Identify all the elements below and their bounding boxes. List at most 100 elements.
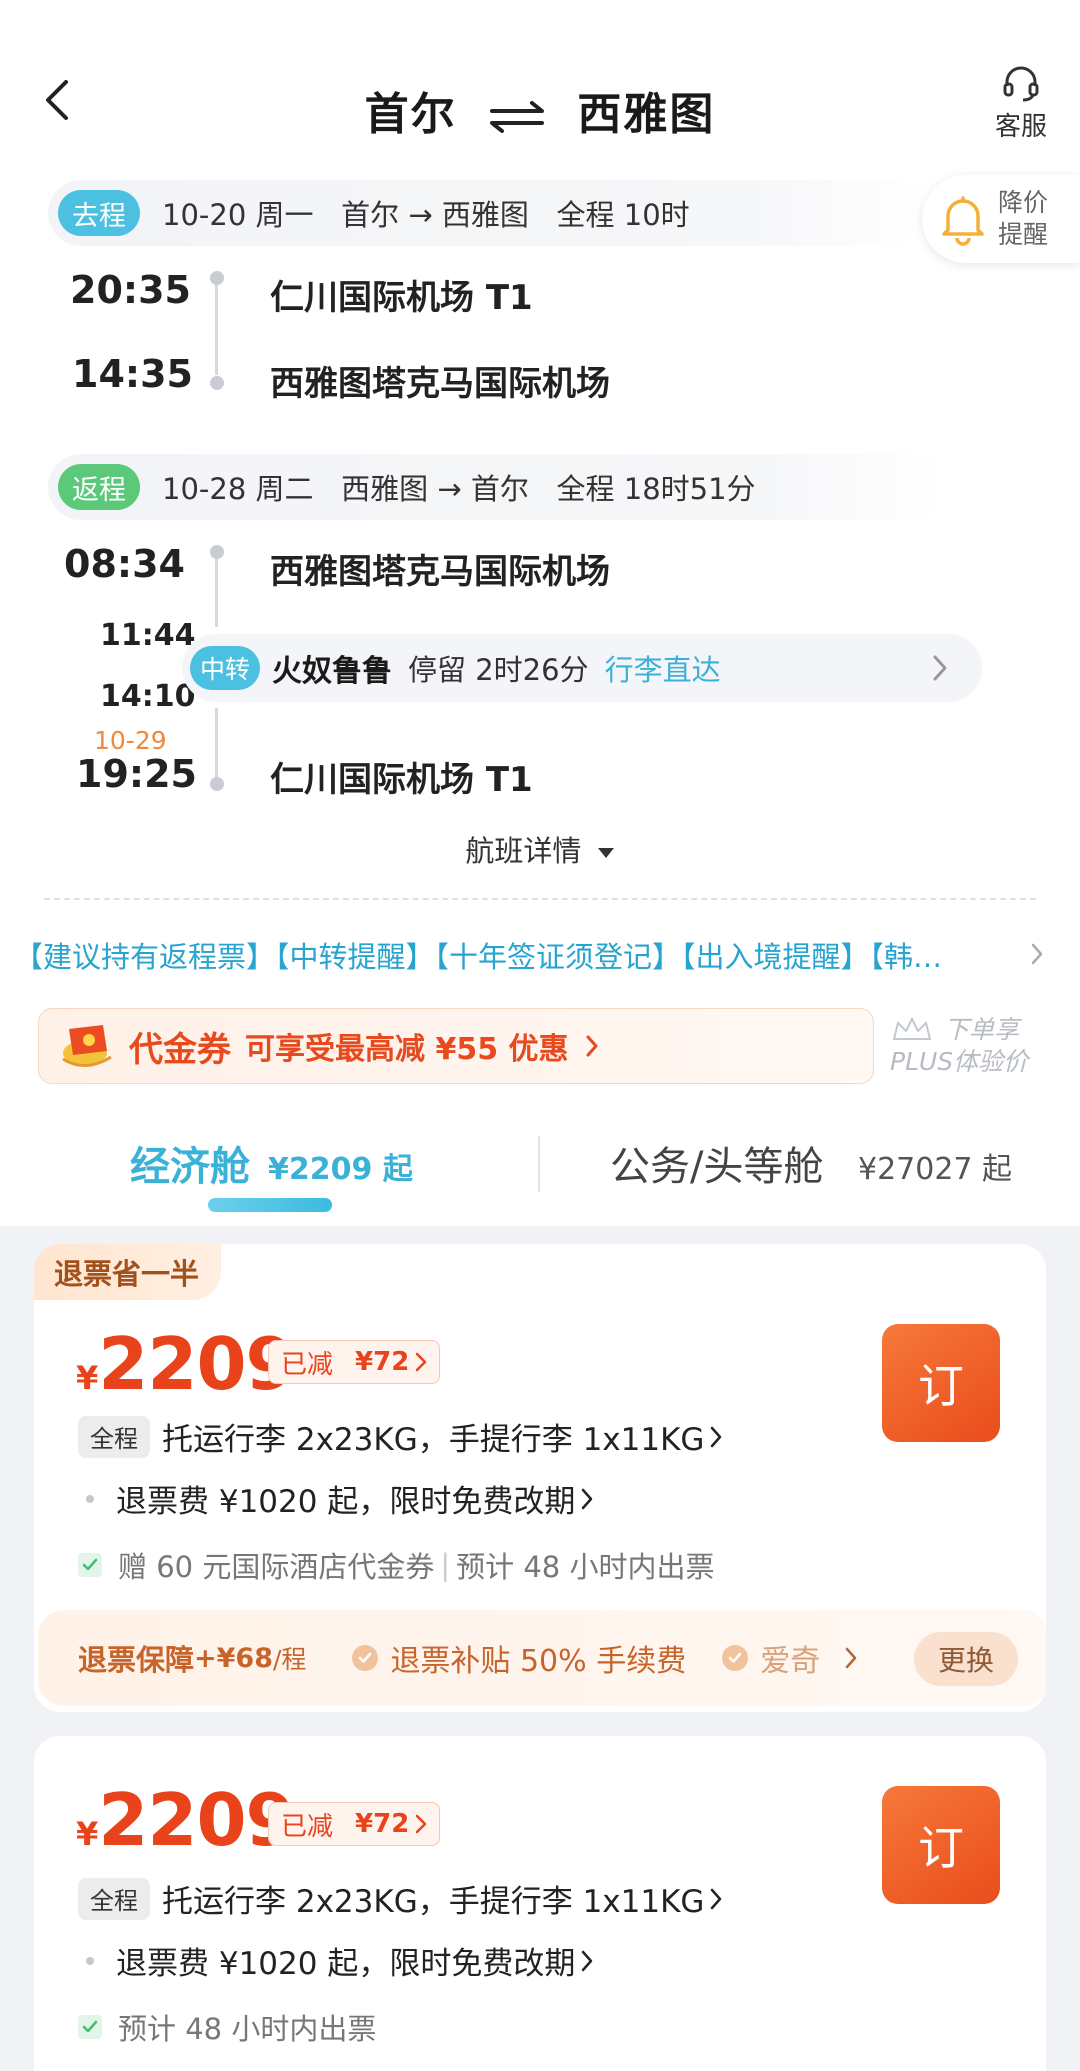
book-button[interactable]: 订 bbox=[882, 1786, 1000, 1904]
transfer-badge: 中转 bbox=[190, 646, 261, 690]
transfer-info-row[interactable]: 中转 火奴鲁鲁 停留 2时26分 行李直达 bbox=[182, 634, 982, 702]
coupon-icon bbox=[62, 1025, 112, 1067]
fare-price: ¥2209 bbox=[76, 1778, 296, 1862]
fare-price: ¥2209 bbox=[76, 1322, 296, 1406]
baggage-badge: 全程 bbox=[78, 1877, 150, 1920]
economy-price: ¥2209 起 bbox=[268, 1152, 413, 1187]
guarantee-item: 退票补贴 50% 手续费 bbox=[352, 1636, 686, 1680]
bell-icon bbox=[942, 196, 984, 246]
transfer-city: 火奴鲁鲁 bbox=[272, 654, 393, 689]
check-icon bbox=[722, 1645, 749, 1671]
headset-icon bbox=[1003, 66, 1039, 102]
ticket-time-text: 预计 48 小时内出票 bbox=[118, 2012, 377, 2046]
price-alert-line2: 提醒 bbox=[998, 220, 1049, 249]
guarantee-item-text: 爱奇 bbox=[760, 1644, 821, 1679]
chevron-right-icon bbox=[416, 1352, 427, 1372]
timeline-dot bbox=[210, 271, 224, 285]
timeline-dot bbox=[210, 376, 224, 390]
coupon-desc: 可享受最高减 ¥55 优惠 bbox=[245, 1032, 569, 1067]
transfer-arrive-time: 11:44 bbox=[100, 618, 196, 653]
cabin-tabs: 经济舱 ¥2209 起 公务/头等舱 ¥27027 起 bbox=[0, 1106, 1080, 1226]
reduced-label: 已减 bbox=[281, 1349, 334, 1380]
change-button[interactable]: 更换 bbox=[913, 1632, 1018, 1686]
tab-divider bbox=[538, 1136, 540, 1192]
page-title: 首尔 西雅图 bbox=[0, 78, 1080, 142]
timeline-line bbox=[215, 559, 218, 627]
separator: | bbox=[440, 1548, 451, 1582]
book-button[interactable]: 订 bbox=[882, 1324, 1000, 1442]
price-value: 2209 bbox=[98, 1322, 295, 1406]
refund-half-tag: 退票省一半 bbox=[34, 1244, 222, 1300]
plus-line1: 下单享 bbox=[944, 1015, 1020, 1044]
bullet bbox=[86, 1494, 94, 1503]
return-arrive-airport: 仁川国际机场 T1 bbox=[270, 760, 533, 800]
fare-card[interactable]: ¥2209 已减 ¥72 订 全程 托运行李 2x23KG，手提行李 1x11K… bbox=[34, 1736, 1046, 2071]
ticket-time-text: 预计 48 小时内出票 bbox=[456, 1550, 715, 1584]
outbound-arrive-time: 14:35 bbox=[72, 352, 193, 396]
reduced-badge[interactable]: 已减 ¥72 bbox=[268, 1340, 441, 1384]
refund-text: 退票费 ¥1020 起，限时免费改期 bbox=[116, 1946, 576, 1982]
transfer-stay: 停留 2时26分 bbox=[408, 653, 589, 687]
flight-details-label: 航班详情 bbox=[465, 834, 582, 868]
tab-business-first[interactable]: 公务/头等舱 bbox=[610, 1134, 823, 1192]
baggage-text: 托运行李 2x23KG，手提行李 1x11KG bbox=[162, 1422, 705, 1458]
return-depart-time: 08:34 bbox=[64, 542, 185, 586]
baggage-row[interactable]: 全程 托运行李 2x23KG，手提行李 1x11KG bbox=[78, 1414, 722, 1459]
outbound-summary: 10-20 周一 首尔 → 西雅图 全程 10时 bbox=[162, 198, 690, 232]
outbound-depart-airport: 仁川国际机场 T1 bbox=[270, 278, 533, 318]
reduced-badge[interactable]: 已减 ¥72 bbox=[268, 1802, 441, 1846]
chevron-right-icon bbox=[711, 1888, 722, 1909]
outbound-arrive-airport: 西雅图塔克马国际机场 bbox=[270, 364, 610, 404]
outbound-summary-bar: 去程 10-20 周一 首尔 → 西雅图 全程 10时 bbox=[48, 180, 928, 246]
chevron-right-icon[interactable] bbox=[1030, 942, 1044, 966]
customer-service-label: 客服 bbox=[994, 112, 1047, 142]
baggage-row[interactable]: 全程 托运行李 2x23KG，手提行李 1x11KG bbox=[78, 1876, 722, 1921]
price-alert-button[interactable]: 降价 提醒 bbox=[922, 175, 1080, 263]
divider bbox=[44, 898, 1036, 900]
timeline-line bbox=[215, 285, 218, 375]
gift-text: 赠 60 元国际酒店代金券 bbox=[118, 1550, 435, 1584]
refund-row[interactable]: 退票费 ¥1020 起，限时免费改期 bbox=[86, 1938, 593, 1983]
currency-symbol: ¥ bbox=[76, 1815, 99, 1853]
return-depart-airport: 西雅图塔克马国际机场 bbox=[270, 552, 610, 592]
chevron-right-icon[interactable] bbox=[844, 1646, 858, 1670]
business-price: ¥27027 起 bbox=[858, 1152, 1013, 1187]
travel-tips-bar[interactable]: 【建议持有返程票】【中转提醒】【十年签证须登记】【出入境提醒】【韩… bbox=[14, 934, 1014, 976]
active-tab-indicator bbox=[208, 1198, 332, 1212]
timeline-dot bbox=[210, 545, 224, 559]
perks-row: 预计 48 小时内出票 bbox=[78, 2006, 376, 2048]
flight-details-toggle[interactable]: 航班详情 bbox=[0, 828, 1080, 870]
guarantee-item-text: 退票补贴 50% 手续费 bbox=[390, 1644, 687, 1679]
return-arrive-time: 19:25 bbox=[76, 752, 197, 796]
plus-line2: PLUS体验价 bbox=[890, 1047, 1029, 1076]
currency-symbol: ¥ bbox=[76, 1359, 99, 1397]
perks-row: 赠 60 元国际酒店代金券 | 预计 48 小时内出票 bbox=[78, 1544, 714, 1586]
fare-card[interactable]: 退票省一半 ¥2209 已减 ¥72 订 全程 托运行李 2x23KG，手提行李… bbox=[34, 1244, 1046, 1712]
return-summary-bar: 返程 10-28 周二 西雅图 → 首尔 全程 18时51分 bbox=[48, 454, 948, 520]
reduced-amount: ¥72 bbox=[355, 1809, 410, 1839]
chevron-right-icon bbox=[416, 1814, 427, 1834]
outbound-badge: 去程 bbox=[58, 190, 140, 236]
outbound-depart-time: 20:35 bbox=[70, 268, 191, 312]
caret-down-icon bbox=[597, 848, 614, 858]
customer-service-button[interactable]: 客服 bbox=[986, 64, 1056, 143]
check-icon bbox=[78, 1553, 102, 1577]
baggage-through-label: 行李直达 bbox=[604, 653, 721, 687]
swap-arrows-icon bbox=[486, 89, 548, 140]
refund-text: 退票费 ¥1020 起，限时免费改期 bbox=[116, 1484, 576, 1520]
baggage-badge: 全程 bbox=[78, 1415, 150, 1458]
chevron-right-icon bbox=[582, 1950, 593, 1971]
guarantee-unit: /程 bbox=[273, 1645, 307, 1674]
bullet bbox=[86, 1956, 94, 1965]
guarantee-item: 爱奇 bbox=[722, 1636, 820, 1680]
check-icon bbox=[78, 2015, 102, 2039]
refund-guarantee-bar[interactable]: 退票保障 +¥68 /程 退票补贴 50% 手续费 爱奇 更换 bbox=[38, 1610, 1046, 1706]
arrive-date-label: 10-29 bbox=[94, 726, 167, 755]
plus-promo[interactable]: 下单享 PLUS体验价 bbox=[890, 1014, 1060, 1078]
refund-row[interactable]: 退票费 ¥1020 起，限时免费改期 bbox=[86, 1476, 593, 1521]
reduced-amount: ¥72 bbox=[355, 1347, 410, 1377]
header: 首尔 西雅图 客服 bbox=[0, 0, 1080, 180]
coupon-banner[interactable]: 代金券 可享受最高减 ¥55 优惠 bbox=[38, 1008, 874, 1084]
title-destination: 西雅图 bbox=[577, 89, 716, 140]
tab-economy[interactable]: 经济舱 bbox=[130, 1134, 250, 1192]
